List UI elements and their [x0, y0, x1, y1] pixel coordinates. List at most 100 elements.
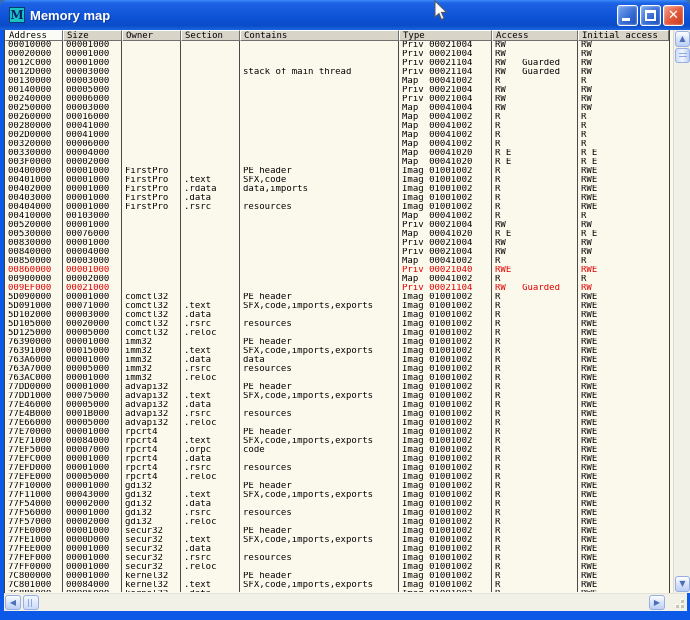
table-row[interactable]: 0028000000041000Map 00041002RR [5, 122, 669, 131]
table-row[interactable]: 77E7000000001000rpcrt4PE headerImag 0100… [5, 428, 669, 437]
table-row[interactable]: 77F5400000002000gdi32.dataImag 01001002R… [5, 500, 669, 509]
table-row[interactable]: 77FF000000001000secur32.relocImag 010010… [5, 563, 669, 572]
table-row[interactable]: 0024000000006000Priv 00021004RWRW [5, 95, 669, 104]
table-row[interactable]: 77FE000000001000secur32PE headerImag 010… [5, 527, 669, 536]
column-header-size[interactable]: Size [63, 30, 122, 41]
table-row[interactable]: 0052000000001000Priv 00021004RWRW [5, 221, 669, 230]
table-row[interactable]: 0086000000001000Priv 00021040RWERWE [5, 266, 669, 275]
cell-initial-access: RW [578, 248, 669, 257]
scroll-left-button[interactable]: ◀ [5, 595, 21, 610]
cell-contains [240, 455, 399, 464]
table-row[interactable]: 0040400000001000FirstPro.rsrcresourcesIm… [5, 203, 669, 212]
table-row[interactable]: 77FE10000000D000secur32.textSFX,code,imp… [5, 536, 669, 545]
maximize-button[interactable] [640, 5, 661, 26]
minimize-button[interactable] [617, 5, 638, 26]
table-row[interactable]: 77DD100000075000advapi32.textSFX,code,im… [5, 392, 669, 401]
table-row[interactable]: 0032000000006000Map 00041002RR [5, 140, 669, 149]
table-row[interactable]: 0033000000004000Map 00041020R ER E [5, 149, 669, 158]
table-row[interactable]: 77F1100000043000gdi32.textSFX,code,impor… [5, 491, 669, 500]
cell-section: .data [181, 455, 240, 464]
table-row[interactable]: 77F5700000002000gdi32.relocImag 01001002… [5, 518, 669, 527]
table-row[interactable]: 763A600000001000imm32.datadataImag 01001… [5, 356, 669, 365]
horizontal-scroll-thumb[interactable] [23, 595, 39, 610]
scroll-down-button[interactable]: ▼ [675, 576, 690, 592]
table-row[interactable]: 5D10200000003000comctl32.dataImag 010010… [5, 311, 669, 320]
table-row[interactable]: 0026000000016000Map 00041002RR [5, 113, 669, 122]
table-row[interactable]: 0090000000002000Map 00041002RR [5, 275, 669, 284]
table-row[interactable]: 0002000000001000Priv 00021004RWRW [5, 50, 669, 59]
table-row[interactable]: 5D09100000071000comctl32.textSFX,code,im… [5, 302, 669, 311]
table-row[interactable]: 77FEE00000001000secur32.dataImag 0100100… [5, 545, 669, 554]
table-row[interactable]: 77EFD00000001000rpcrt4.rsrcresourcesImag… [5, 464, 669, 473]
cell-type: Imag 01001002 [399, 581, 492, 590]
cell-address: 77EFE000 [5, 473, 63, 482]
table-row[interactable]: 0085000000003000Map 00041002RR [5, 257, 669, 266]
vertical-scroll-thumb[interactable] [675, 48, 690, 63]
table-row[interactable]: 002D000000041000Map 00041002RR [5, 131, 669, 140]
table-row[interactable]: 77DD000000001000advapi32PE headerImag 01… [5, 383, 669, 392]
column-header-contains[interactable]: Contains [240, 30, 399, 41]
cell-address: 77F57000 [5, 518, 63, 527]
table-row[interactable]: 0001000000001000Priv 00021004RWRW [5, 41, 669, 50]
table-row[interactable]: 77FEF00000001000secur32.rsrcresourcesIma… [5, 554, 669, 563]
table-row[interactable]: 5D12500000005000comctl32.relocImag 01001… [5, 329, 669, 338]
table-row[interactable]: 77E7100000084000rpcrt4.textSFX,code,impo… [5, 437, 669, 446]
table-row[interactable]: 7639000000001000imm32PE headerImag 01001… [5, 338, 669, 347]
table-row[interactable]: 003F000000002000Map 00041020R ER E [5, 158, 669, 167]
table-row[interactable]: 0040000000001000FirstProPE headerImag 01… [5, 167, 669, 176]
cell-section: .reloc [181, 329, 240, 338]
cell-contains: SFX,code,imports,exports [240, 392, 399, 401]
table-row[interactable]: 0012C00000001000Priv 00021104RW GuardedR… [5, 59, 669, 68]
vertical-scrollbar[interactable]: ▲ ▼ [673, 30, 690, 593]
scroll-up-icon: ▲ [679, 34, 685, 43]
cell-initial-access: RWE [578, 185, 669, 194]
table-row[interactable]: 77E4B0000001B000advapi32.rsrcresourcesIm… [5, 410, 669, 419]
resize-grip[interactable] [669, 595, 686, 610]
table-row[interactable]: 77EFE00000005000rpcrt4.relocImag 0100100… [5, 473, 669, 482]
table-row[interactable]: 77E6600000005000advapi32.relocImag 01001… [5, 419, 669, 428]
cell-access: R [492, 302, 578, 311]
column-header-section[interactable]: Section [181, 30, 240, 41]
table-row[interactable]: 763A700000005000imm32.rsrcresourcesImag … [5, 365, 669, 374]
table-row[interactable]: 0014000000005000Priv 00021004RWRW [5, 86, 669, 95]
table-row[interactable]: 0084000000004000Priv 00021004RWRW [5, 248, 669, 257]
table-row[interactable]: 0012D00000003000stack of main threadPriv… [5, 68, 669, 77]
table-row[interactable]: 5D10500000020000comctl32.rsrcresourcesIm… [5, 320, 669, 329]
table-row[interactable]: 77E4600000005000advapi32.dataImag 010010… [5, 401, 669, 410]
table-row[interactable]: 0040100000001000FirstPro.textSFX,codeIma… [5, 176, 669, 185]
cell-type: Imag 01001002 [399, 491, 492, 500]
table-row[interactable]: 77F1000000001000gdi32PE headerImag 01001… [5, 482, 669, 491]
memory-map-icon[interactable]: M [9, 7, 25, 23]
table-row[interactable]: 009EF00000021000Priv 00021104RW GuardedR… [5, 284, 669, 293]
column-header-address[interactable]: Address [5, 30, 63, 41]
column-header-access[interactable]: Access [492, 30, 578, 41]
column-header-type[interactable]: Type [399, 30, 492, 41]
cell-contains [240, 113, 399, 122]
titlebar[interactable]: M Memory map ✕ [0, 0, 690, 30]
cell-size: 00001000 [63, 194, 122, 203]
table-row[interactable]: 0041000000103000Map 00041002RR [5, 212, 669, 221]
horizontal-scrollbar[interactable]: ◀ ▶ [4, 593, 687, 611]
table-row[interactable]: 77F5600000001000gdi32.rsrcresourcesImag … [5, 509, 669, 518]
table-row[interactable]: 5D09000000001000comctl32PE headerImag 01… [5, 293, 669, 302]
table-row[interactable]: 0053000000076000Map 00041020R ER E [5, 230, 669, 239]
table-row[interactable]: 7C88500000005000kernel32.dataImag 010010… [5, 590, 669, 592]
table-row[interactable]: 7C80000000001000kernel32PE headerImag 01… [5, 572, 669, 581]
table-row[interactable]: 7C80100000084000kernel32.textSFX,code,im… [5, 581, 669, 590]
table-header-row: AddressSizeOwnerSectionContainsTypeAcces… [5, 30, 669, 41]
scroll-right-button[interactable]: ▶ [649, 595, 665, 610]
table-row[interactable]: 763AC00000001000imm32.relocImag 01001002… [5, 374, 669, 383]
scroll-up-button[interactable]: ▲ [675, 31, 690, 47]
table-row[interactable]: 77EF500000007000rpcrt4.orpccodeImag 0100… [5, 446, 669, 455]
table-row[interactable]: 0040300000001000FirstPro.dataImag 010010… [5, 194, 669, 203]
table-row[interactable]: 77EFC00000001000rpcrt4.dataImag 01001002… [5, 455, 669, 464]
table-row[interactable]: 0013000000003000Map 00041002RR [5, 77, 669, 86]
table-row[interactable]: 0025000000003000Map 00041004RWRW [5, 104, 669, 113]
close-button[interactable]: ✕ [663, 5, 684, 26]
column-header-initial-access[interactable]: Initial access [578, 30, 669, 41]
cell-initial-access: RWE [578, 167, 669, 176]
table-row[interactable]: 0083000000001000Priv 00021004RWRW [5, 239, 669, 248]
table-row[interactable]: 7639100000015000imm32.textSFX,code,impor… [5, 347, 669, 356]
column-header-owner[interactable]: Owner [122, 30, 181, 41]
table-row[interactable]: 0040200000001000FirstPro.rdatadata,impor… [5, 185, 669, 194]
